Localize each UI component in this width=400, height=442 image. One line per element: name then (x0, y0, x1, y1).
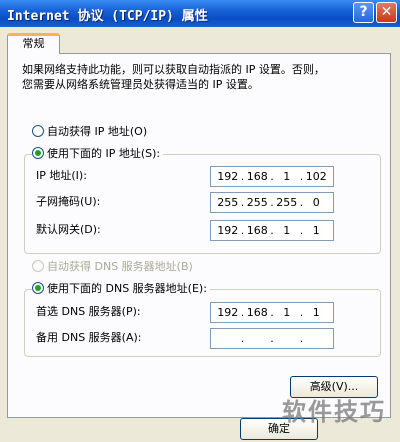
radio-manual-ip-circle[interactable] (32, 147, 44, 159)
radio-auto-ip-label: 自动获得 IP 地址(O) (47, 125, 148, 138)
mask-octet-2: 255 (246, 196, 268, 209)
gw-octet-1: 192 (217, 224, 239, 237)
title-bar: Internet 协议 (TCP/IP) 属性 ? ✕ (0, 0, 400, 27)
preferred-dns-field[interactable]: 192. 168. 1. 1 (210, 302, 334, 323)
radio-auto-ip[interactable]: 自动获得 IP 地址(O) (32, 124, 147, 140)
radio-auto-dns-label: 自动获得 DNS 服务器地址(B) (47, 260, 193, 273)
ip-address-label: IP 地址(I): (36, 169, 87, 182)
radio-auto-dns-circle (32, 260, 44, 272)
tab-general[interactable]: 常规 (7, 33, 60, 54)
pdns-octet-3: 1 (283, 306, 291, 319)
pdns-octet-1: 192 (217, 306, 239, 319)
alternate-dns-field[interactable]: . . . (210, 328, 334, 349)
mask-octet-4: 0 (312, 196, 320, 209)
preferred-dns-label: 首选 DNS 服务器(P): (36, 305, 141, 318)
radio-auto-dns: 自动获得 DNS 服务器地址(B) (32, 259, 193, 275)
ip-octet-1: 192 (217, 170, 239, 183)
close-button[interactable]: ✕ (376, 2, 397, 23)
radio-auto-ip-circle[interactable] (32, 125, 44, 137)
intro-text: 如果网络支持此功能，则可以获取自动指派的 IP 设置。否则， 您需要从网络系统管… (22, 62, 374, 92)
gateway-field[interactable]: 192. 168. 1. 1 (210, 220, 334, 241)
ip-octet-3: 1 (283, 170, 291, 183)
ip-address-field[interactable]: 192. 168. 1. 102 (210, 166, 334, 187)
radio-manual-dns-label: 使用下面的 DNS 服务器地址(E): (47, 282, 207, 295)
intro-line-1: 如果网络支持此功能，则可以获取自动指派的 IP 设置。否则， (22, 63, 325, 76)
radio-manual-dns-circle[interactable] (32, 282, 44, 294)
ip-octet-2: 168 (246, 170, 268, 183)
ip-octet-4: 102 (305, 170, 327, 183)
gw-octet-4: 1 (312, 224, 320, 237)
radio-manual-ip[interactable]: 使用下面的 IP 地址(S): (32, 146, 164, 162)
radio-manual-dns[interactable]: 使用下面的 DNS 服务器地址(E): (32, 281, 210, 297)
window-title: Internet 协议 (TCP/IP) 属性 (7, 9, 208, 24)
intro-line-2: 您需要从网络系统管理员处获得适当的 IP 设置。 (22, 78, 259, 91)
radio-manual-ip-label: 使用下面的 IP 地址(S): (47, 147, 161, 160)
gw-octet-3: 1 (283, 224, 291, 237)
pdns-octet-4: 1 (312, 306, 320, 319)
subnet-mask-label: 子网掩码(U): (36, 195, 101, 208)
mask-octet-1: 255 (217, 196, 239, 209)
gateway-label: 默认网关(D): (36, 223, 101, 236)
subnet-mask-field[interactable]: 255. 255. 255. 0 (210, 192, 334, 213)
alternate-dns-label: 备用 DNS 服务器(A): (36, 331, 142, 344)
pdns-octet-2: 168 (246, 306, 268, 319)
mask-octet-3: 255 (276, 196, 298, 209)
help-button[interactable]: ? (353, 2, 374, 23)
gw-octet-2: 168 (246, 224, 268, 237)
watermark-text: 软件技巧 (282, 398, 386, 426)
